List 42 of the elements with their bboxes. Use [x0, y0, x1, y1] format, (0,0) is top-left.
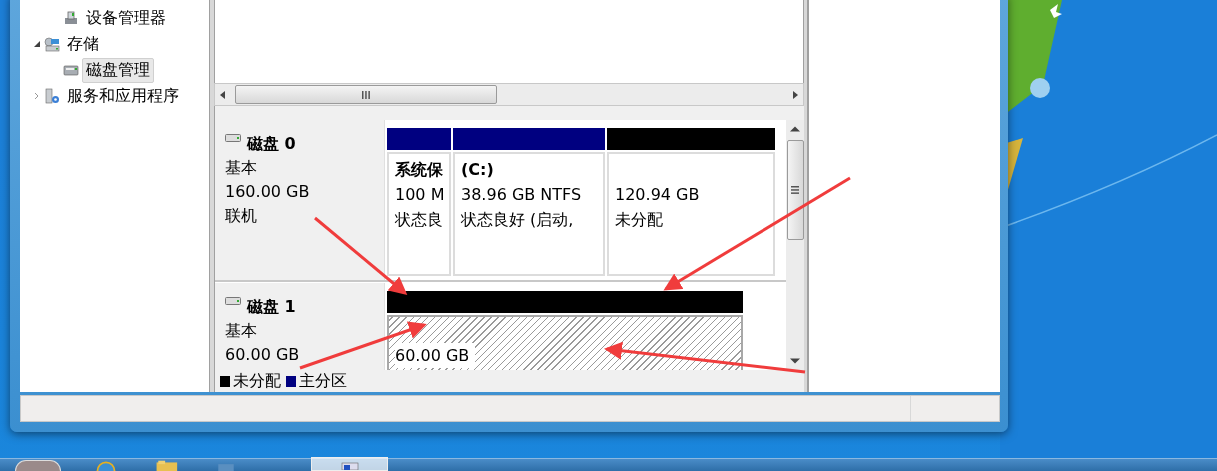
partition-status: 未分配 — [615, 209, 663, 231]
grip-icon — [361, 90, 371, 99]
partition-status: 状态良好 (启动, — [461, 209, 574, 231]
disk-size: 160.00 GB — [225, 181, 310, 203]
scroll-right-icon[interactable] — [791, 90, 799, 99]
start-button[interactable] — [15, 460, 61, 471]
taskbar-button[interactable] — [311, 457, 388, 471]
disk-name: 磁盘 1 — [247, 296, 296, 318]
legend-label: 未分配 — [233, 370, 281, 392]
scroll-up-icon[interactable] — [790, 124, 800, 134]
partition-status: 状态良 — [395, 209, 443, 231]
device-manager-icon — [63, 10, 79, 26]
disk-status: 联机 — [225, 205, 257, 227]
disk-drive-icon — [63, 62, 79, 78]
partition-size: 120.94 GB — [615, 184, 700, 206]
partition[interactable]: 60.00 GB — [387, 291, 743, 370]
scroll-down-icon[interactable] — [790, 356, 800, 366]
scroll-thumb[interactable] — [235, 85, 497, 104]
expand-icon[interactable] — [33, 92, 41, 100]
grip-icon — [791, 185, 799, 195]
partition-size: 38.96 GB NTFS — [461, 184, 582, 206]
services-icon — [44, 88, 60, 104]
scroll-thumb[interactable] — [786, 140, 804, 240]
tree-item[interactable]: 存储 — [63, 31, 103, 57]
scroll-left-icon[interactable] — [219, 90, 227, 99]
disk-name: 磁盘 0 — [247, 133, 296, 155]
disk-type: 基本 — [225, 157, 257, 179]
disk-type: 基本 — [225, 320, 257, 342]
partition-title: (C:) — [461, 159, 494, 181]
legend-label: 主分区 — [299, 370, 347, 392]
partition-size: 100 M — [395, 184, 445, 206]
partition-size: 60.00 GB — [395, 343, 476, 368]
tree-item[interactable]: 服务和应用程序 — [63, 83, 183, 109]
computer-management-icon — [339, 460, 360, 470]
tree-item[interactable]: 设备管理器 — [82, 5, 170, 31]
collapse-icon[interactable] — [33, 40, 41, 48]
storage-icon — [44, 36, 60, 52]
vertical-scrollbar[interactable] — [786, 120, 804, 370]
horizontal-scrollbar[interactable] — [214, 83, 804, 106]
tree-item[interactable]: 磁盘管理 — [82, 57, 154, 83]
disk-size: 60.00 GB — [225, 344, 300, 366]
partition-title: 系统保 — [395, 159, 443, 181]
